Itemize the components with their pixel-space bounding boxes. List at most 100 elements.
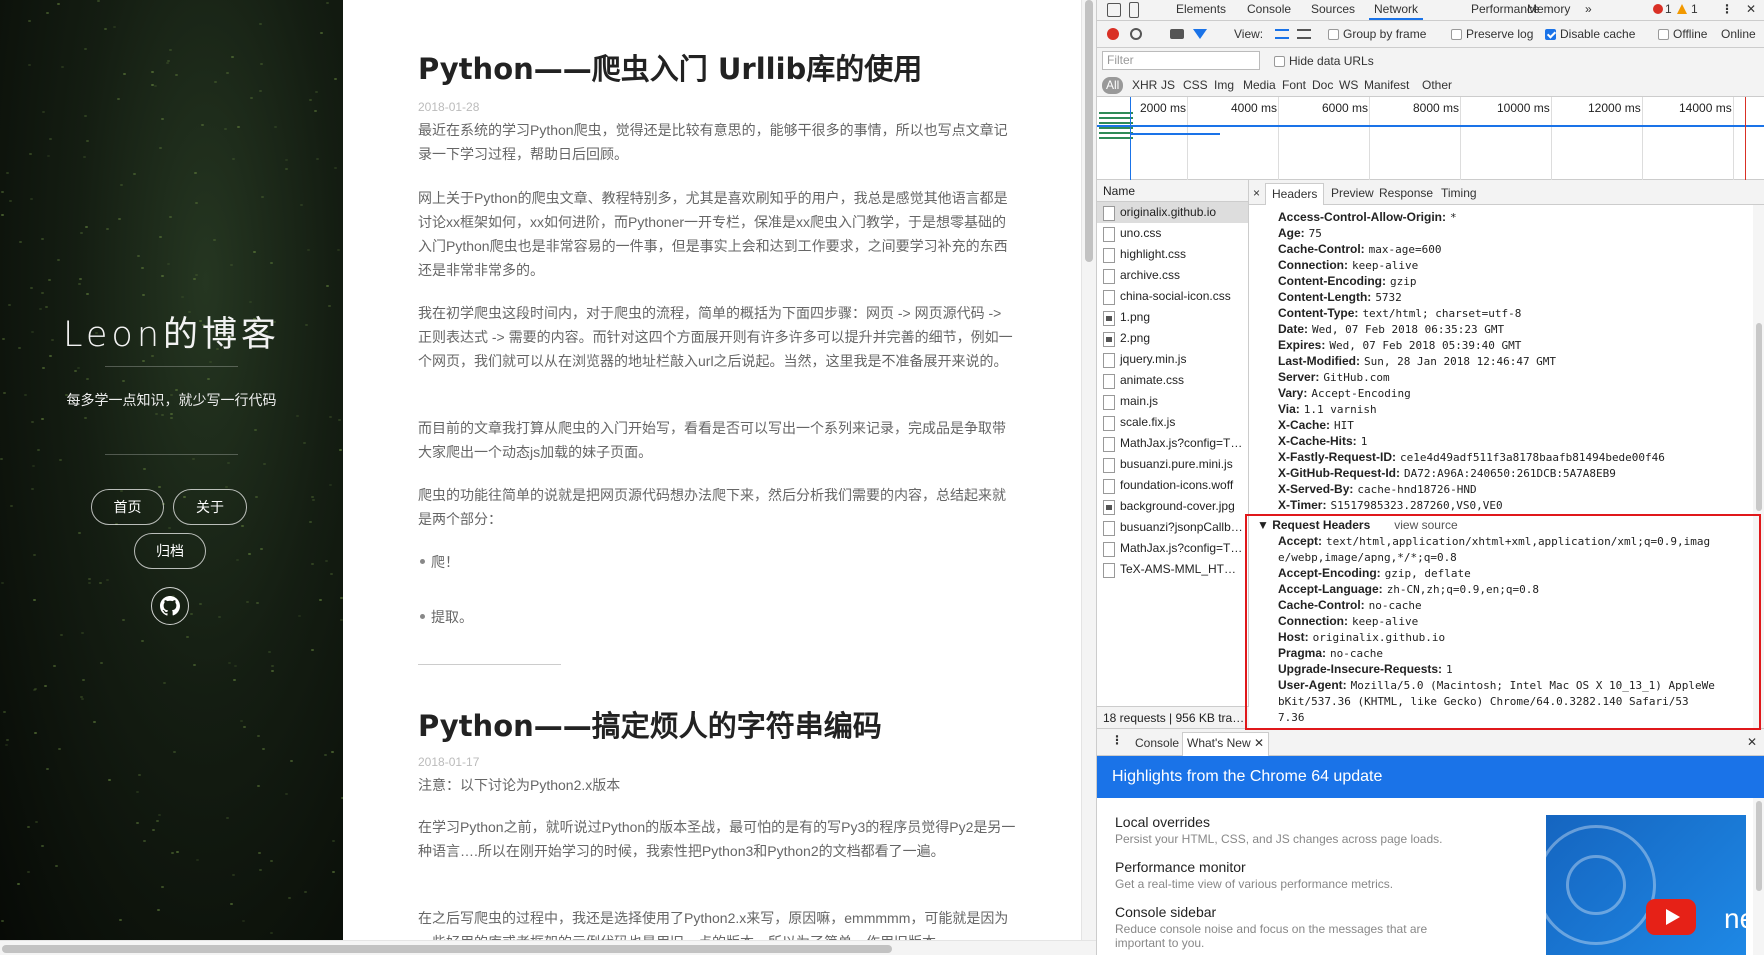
network-overview-timeline[interactable]: 2000 ms 4000 ms 6000 ms 8000 ms 10000 ms… xyxy=(1097,97,1764,180)
type-manifest[interactable]: Manifest xyxy=(1364,78,1409,92)
tab-memory[interactable]: Memory xyxy=(1527,0,1570,20)
request-row[interactable]: china-social-icon.css xyxy=(1097,286,1248,307)
request-row[interactable]: uno.css xyxy=(1097,223,1248,244)
request-row[interactable]: scale.fix.js xyxy=(1097,412,1248,433)
close-drawer-icon[interactable]: ✕ xyxy=(1747,735,1757,749)
more-tabs-icon[interactable]: » xyxy=(1585,0,1592,20)
video-thumbnail[interactable]: ne xyxy=(1546,815,1746,955)
background-speck xyxy=(171,852,175,855)
request-row[interactable]: main.js xyxy=(1097,391,1248,412)
background-speck xyxy=(319,598,323,601)
request-row[interactable]: background-cover.jpg xyxy=(1097,496,1248,517)
filter-input[interactable]: Filter xyxy=(1102,51,1260,70)
tab-elements[interactable]: Elements xyxy=(1176,0,1226,20)
play-icon[interactable] xyxy=(1646,899,1696,935)
post-title[interactable]: Python——爬虫入门 Urllib库的使用 xyxy=(418,46,922,88)
tab-preview[interactable]: Preview xyxy=(1331,186,1374,200)
request-row[interactable]: originalix.github.io xyxy=(1097,202,1248,223)
error-count[interactable]: 1 xyxy=(1665,0,1672,20)
request-row[interactable]: 2.png xyxy=(1097,328,1248,349)
request-row[interactable]: busuanzi.pure.mini.js xyxy=(1097,454,1248,475)
nav-archive-button[interactable]: 归档 xyxy=(134,533,206,569)
drawer-tab-console[interactable]: Console xyxy=(1135,736,1179,750)
request-row[interactable]: archive.css xyxy=(1097,265,1248,286)
hide-data-urls-checkbox[interactable]: Hide data URLs xyxy=(1274,54,1374,68)
request-row[interactable]: TeX-AMS-MML_HT… xyxy=(1097,559,1248,580)
scrollbar-thumb[interactable] xyxy=(1756,801,1762,891)
view-source-link[interactable]: view source xyxy=(1394,518,1457,532)
request-row[interactable]: busuanzi?jsonpCallb… xyxy=(1097,517,1248,538)
nav-home-button[interactable]: 首页 xyxy=(91,489,164,525)
tab-network[interactable]: Network xyxy=(1369,0,1424,20)
type-js[interactable]: JS xyxy=(1161,78,1175,92)
request-headers-section[interactable]: ▼ Request Headers view source xyxy=(1257,517,1727,533)
type-all[interactable]: All xyxy=(1102,77,1124,94)
group-by-frame-checkbox[interactable]: Group by frame xyxy=(1328,27,1426,41)
scrollbar-thumb[interactable] xyxy=(1085,0,1093,262)
background-speck xyxy=(42,366,46,369)
post-title[interactable]: Python——搞定烦人的字符串编码 xyxy=(418,703,882,745)
more-options-icon[interactable]: ⋮ xyxy=(1721,0,1733,20)
record-icon[interactable] xyxy=(1107,28,1119,40)
close-icon[interactable]: ✕ xyxy=(1746,0,1756,20)
nav-about-button[interactable]: 关于 xyxy=(173,489,247,525)
type-ws[interactable]: WS xyxy=(1339,78,1358,92)
tab-console[interactable]: Console xyxy=(1247,0,1291,20)
request-row[interactable]: MathJax.js?config=T… xyxy=(1097,538,1248,559)
clear-icon[interactable] xyxy=(1130,28,1142,40)
page-vertical-scrollbar[interactable] xyxy=(1081,0,1096,940)
type-doc[interactable]: Doc xyxy=(1312,78,1333,92)
header-key: User-Agent: xyxy=(1278,678,1347,692)
inspect-icon[interactable] xyxy=(1107,3,1121,17)
type-media[interactable]: Media xyxy=(1243,78,1276,92)
tab-sources[interactable]: Sources xyxy=(1311,0,1355,20)
collapse-icon[interactable]: ▼ xyxy=(1257,518,1272,532)
error-icon[interactable] xyxy=(1653,4,1663,14)
drawer-scrollbar[interactable] xyxy=(1753,798,1764,955)
large-rows-icon[interactable] xyxy=(1275,29,1289,39)
feature-title[interactable]: Local overrides xyxy=(1115,814,1210,830)
capture-screenshots-icon[interactable] xyxy=(1170,29,1184,39)
preserve-log-checkbox[interactable]: Preserve log xyxy=(1451,27,1533,41)
disable-cache-checkbox[interactable]: Disable cache xyxy=(1545,27,1635,41)
request-row[interactable]: jquery.min.js xyxy=(1097,349,1248,370)
post-paragraph: 注意：以下讨论为Python2.x版本 xyxy=(418,777,621,793)
type-other[interactable]: Other xyxy=(1422,78,1452,92)
warning-icon[interactable] xyxy=(1677,4,1687,14)
scrollbar-thumb[interactable] xyxy=(2,945,892,953)
request-row[interactable]: foundation-icons.woff xyxy=(1097,475,1248,496)
tab-timing[interactable]: Timing xyxy=(1441,186,1477,200)
waterfall-icon[interactable] xyxy=(1297,29,1311,39)
background-speck xyxy=(121,618,125,621)
filter-icon[interactable] xyxy=(1193,29,1207,39)
feature-title[interactable]: Console sidebar xyxy=(1115,904,1216,920)
offline-checkbox[interactable]: Offline xyxy=(1658,27,1707,41)
github-button[interactable] xyxy=(151,587,189,625)
close-detail-icon[interactable]: × xyxy=(1253,186,1260,200)
device-toolbar-icon[interactable] xyxy=(1129,2,1139,18)
background-speck xyxy=(271,665,275,668)
background-speck xyxy=(45,11,49,14)
throttling-select[interactable]: Online xyxy=(1721,27,1756,41)
page-horizontal-scrollbar[interactable] xyxy=(0,940,1096,955)
drawer-menu-icon[interactable]: ⋮ xyxy=(1111,733,1123,747)
tab-headers[interactable]: Headers xyxy=(1265,183,1325,205)
type-css[interactable]: CSS xyxy=(1183,78,1208,92)
scrollbar-thumb[interactable] xyxy=(1756,323,1762,511)
request-row[interactable]: animate.css xyxy=(1097,370,1248,391)
detail-scrollbar[interactable] xyxy=(1753,205,1764,728)
type-img[interactable]: Img xyxy=(1214,78,1234,92)
post-paragraph: 而目前的文章我打算从爬虫的入门开始写，看看是否可以写出一个系列来记录，完成品是争… xyxy=(418,420,1006,460)
request-row[interactable]: highlight.css xyxy=(1097,244,1248,265)
tab-response[interactable]: Response xyxy=(1379,186,1433,200)
request-row[interactable]: 1.png xyxy=(1097,307,1248,328)
request-row[interactable]: MathJax.js?config=T… xyxy=(1097,433,1248,454)
blog-title[interactable]: Leon的博客 xyxy=(0,306,343,357)
feature-title[interactable]: Performance monitor xyxy=(1115,859,1246,875)
type-font[interactable]: Font xyxy=(1282,78,1306,92)
name-column-header[interactable]: Name xyxy=(1097,180,1248,202)
warning-count[interactable]: 1 xyxy=(1691,0,1698,20)
drawer-tab-whats-new[interactable]: What's New ✕ xyxy=(1182,732,1270,756)
type-xhr[interactable]: XHR xyxy=(1132,78,1157,92)
background-speck xyxy=(243,725,247,728)
